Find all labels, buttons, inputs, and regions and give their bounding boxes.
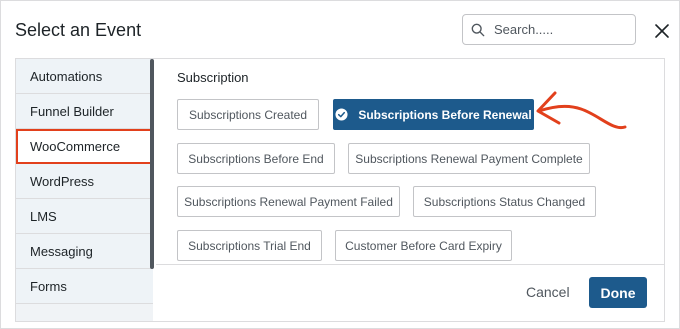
event-label: Subscriptions Renewal Payment Complete: [355, 151, 583, 166]
sidebar-scrollbar[interactable]: [150, 59, 154, 269]
sidebar-item-woocommerce[interactable]: WooCommerce: [16, 129, 153, 164]
event-subscriptions-renewal-payment-complete[interactable]: Subscriptions Renewal Payment Complete: [348, 143, 590, 174]
sidebar-item-funnel-builder[interactable]: Funnel Builder: [16, 94, 153, 129]
check-circle-icon: [335, 108, 348, 121]
modal-title: Select an Event: [15, 20, 142, 40]
event-customer-before-card-expiry[interactable]: Customer Before Card Expiry: [335, 230, 512, 261]
sidebar-item-lms[interactable]: LMS: [16, 199, 153, 234]
modal-footer: Cancel Done: [156, 264, 664, 321]
event-label: Subscriptions Trial End: [188, 238, 311, 253]
event-subscriptions-renewal-payment-failed[interactable]: Subscriptions Renewal Payment Failed: [177, 186, 400, 217]
event-subscriptions-trial-end[interactable]: Subscriptions Trial End: [177, 230, 322, 261]
category-sidebar: Automations Funnel Builder WooCommerce W…: [16, 59, 153, 321]
event-subscriptions-before-renewal[interactable]: Subscriptions Before Renewal: [333, 99, 534, 130]
event-label: Subscriptions Renewal Payment Failed: [184, 194, 393, 209]
select-event-modal: Select an Event Automations Funnel Build…: [0, 0, 680, 329]
sidebar-item-messaging[interactable]: Messaging: [16, 234, 153, 269]
cancel-button[interactable]: Cancel: [526, 284, 570, 300]
event-subscriptions-status-changed[interactable]: Subscriptions Status Changed: [413, 186, 596, 217]
search-input[interactable]: [492, 21, 626, 38]
event-label: Customer Before Card Expiry: [345, 238, 502, 253]
event-label: Subscriptions Status Changed: [423, 194, 586, 209]
search-box[interactable]: [462, 14, 636, 45]
search-icon: [471, 23, 485, 36]
event-label: Subscriptions Before Renewal: [358, 107, 532, 122]
close-icon[interactable]: [654, 23, 670, 39]
event-subscriptions-before-end[interactable]: Subscriptions Before End: [177, 143, 335, 174]
sidebar-item-automations[interactable]: Automations: [16, 59, 153, 94]
section-title: Subscription: [177, 70, 249, 85]
event-label: Subscriptions Before End: [188, 151, 324, 166]
sidebar-item-forms[interactable]: Forms: [16, 269, 153, 304]
event-label: Subscriptions Created: [188, 107, 308, 122]
sidebar-item-wordpress[interactable]: WordPress: [16, 164, 153, 199]
annotation-arrow-icon: [536, 91, 627, 130]
done-button[interactable]: Done: [589, 277, 647, 308]
event-subscriptions-created[interactable]: Subscriptions Created: [177, 99, 319, 130]
content-scrollbar[interactable]: [664, 159, 665, 207]
